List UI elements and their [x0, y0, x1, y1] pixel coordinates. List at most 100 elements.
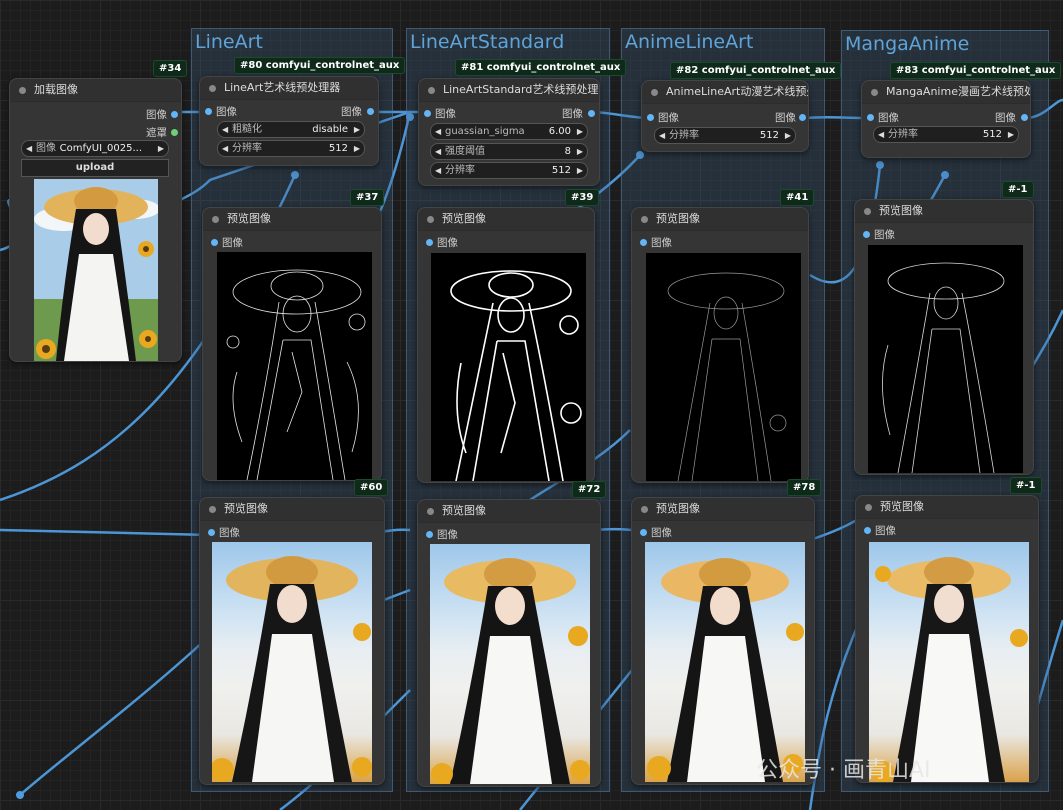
arrow-left-icon[interactable]: ◀	[435, 163, 441, 178]
preview-image-node[interactable]: 预览图像 图像	[855, 495, 1039, 783]
input-image-port[interactable]	[864, 527, 871, 534]
resolution-widget[interactable]: ◀ 分辨率 512 ▶	[430, 162, 588, 179]
output-image-label: 图像	[341, 106, 362, 118]
group-title: MangaAnime	[845, 33, 970, 55]
preview-image-node[interactable]: 预览图像 图像	[854, 199, 1034, 475]
animelineart-preprocessor-node[interactable]: AnimeLineArt动漫艺术线预处理器 图像 图像 ◀ 分辨率 512 ▶	[641, 80, 809, 152]
collapse-dot-icon[interactable]	[19, 87, 26, 94]
collapse-dot-icon[interactable]	[428, 87, 435, 94]
arrow-left-icon[interactable]: ◀	[435, 144, 441, 159]
output-image-port[interactable]	[799, 114, 806, 121]
preview-image-node[interactable]: 预览图像 图像	[417, 207, 595, 483]
resolution-widget[interactable]: ◀ 分辨率 512 ▶	[217, 140, 365, 157]
node-title[interactable]: 预览图像	[203, 208, 381, 231]
input-image-port[interactable]	[211, 239, 218, 246]
collapse-dot-icon[interactable]	[864, 208, 871, 215]
preview-image-node[interactable]: 预览图像 图像	[199, 497, 385, 785]
upload-button[interactable]: upload	[21, 159, 169, 177]
input-image-port[interactable]	[426, 531, 433, 538]
arrow-left-icon[interactable]: ◀	[26, 141, 32, 156]
node-title[interactable]: 预览图像	[418, 208, 594, 231]
node-title[interactable]: 预览图像	[632, 498, 814, 521]
output-image-port[interactable]	[367, 108, 374, 115]
node-title[interactable]: MangaAnime漫画艺术线预处理器	[862, 81, 1030, 104]
input-image-port[interactable]	[867, 114, 874, 121]
collapse-dot-icon[interactable]	[209, 506, 216, 513]
node-id-badge: #72	[572, 481, 607, 498]
collapse-dot-icon[interactable]	[641, 506, 648, 513]
arrow-right-icon[interactable]: ▶	[577, 124, 583, 139]
collapse-dot-icon[interactable]	[427, 216, 434, 223]
group-title: AnimeLineArt	[625, 31, 754, 53]
lineart-preprocessor-node[interactable]: LineArt艺术线预处理器 图像 图像 ◀ 粗糙化 disable ▶ ◀ 分…	[199, 76, 379, 166]
arrow-right-icon[interactable]: ▶	[158, 141, 164, 156]
mangaanime-preprocessor-node[interactable]: MangaAnime漫画艺术线预处理器 图像 图像 ◀ 分辨率 512 ▶	[861, 80, 1031, 158]
node-title[interactable]: 加载图像	[10, 79, 181, 102]
input-image-port[interactable]	[424, 110, 431, 117]
loaded-image-thumbnail	[34, 179, 158, 361]
collapse-dot-icon[interactable]	[209, 85, 216, 92]
input-image-port[interactable]	[426, 239, 433, 246]
output-image-port[interactable]	[171, 111, 178, 118]
resolution-widget[interactable]: ◀ 分辨率 512 ▶	[873, 126, 1019, 143]
collapse-dot-icon[interactable]	[212, 216, 219, 223]
preview-image-node[interactable]: 预览图像 图像	[417, 499, 601, 787]
arrow-left-icon[interactable]: ◀	[435, 124, 441, 139]
output-mask-port[interactable]	[171, 129, 178, 136]
output-image-port[interactable]	[588, 110, 595, 117]
node-title[interactable]: 预览图像	[418, 500, 600, 523]
node-title[interactable]: 预览图像	[200, 498, 384, 521]
node-id-badge: #80 comfyui_controlnet_aux	[234, 57, 406, 74]
color-preview-image	[869, 542, 1029, 782]
node-id-badge: #39	[565, 189, 600, 206]
node-id-badge: #83 comfyui_controlnet_aux	[890, 62, 1062, 79]
output-image-port[interactable]	[1021, 114, 1028, 121]
node-id-badge: #34	[153, 60, 188, 77]
arrow-right-icon[interactable]: ▶	[354, 141, 360, 156]
watermark-text: 公众号 · 画青山AI	[756, 758, 931, 783]
arrow-right-icon[interactable]: ▶	[1008, 127, 1014, 142]
collapse-dot-icon[interactable]	[865, 504, 872, 511]
lineartstandard-preprocessor-node[interactable]: LineArtStandard艺术线预处理器 图像 图像 ◀ guassian_…	[418, 78, 600, 186]
load-image-node[interactable]: 加载图像 图像 遮罩 ◀ 图像 ComfyUI_0025... ▶ upload	[9, 78, 182, 362]
gaussian-sigma-widget[interactable]: ◀ guassian_sigma 6.00 ▶	[430, 123, 588, 140]
preview-image-node[interactable]: 预览图像 图像	[631, 497, 815, 785]
arrow-left-icon[interactable]: ◀	[222, 141, 228, 156]
arrow-right-icon[interactable]: ▶	[785, 128, 791, 143]
arrow-right-icon[interactable]: ▶	[354, 122, 360, 137]
collapse-dot-icon[interactable]	[427, 508, 434, 515]
input-image-port[interactable]	[647, 114, 654, 121]
node-title[interactable]: 预览图像	[856, 496, 1038, 519]
input-image-label: 图像	[658, 112, 679, 124]
color-preview-image	[645, 542, 805, 782]
intensity-threshold-widget[interactable]: ◀ 强度阈值 8 ▶	[430, 143, 588, 160]
node-title[interactable]: 预览图像	[855, 200, 1033, 223]
output-image-label: 图像	[995, 112, 1016, 124]
image-select-widget[interactable]: ◀ 图像 ComfyUI_0025... ▶	[21, 140, 169, 157]
input-image-label: 图像	[875, 525, 896, 537]
arrow-left-icon[interactable]: ◀	[878, 127, 884, 142]
node-title[interactable]: LineArtStandard艺术线预处理器	[419, 79, 599, 102]
preview-image-node[interactable]: 预览图像 图像	[631, 207, 809, 483]
arrow-left-icon[interactable]: ◀	[222, 122, 228, 137]
collapse-dot-icon[interactable]	[871, 89, 878, 96]
input-image-port[interactable]	[208, 529, 215, 536]
arrow-right-icon[interactable]: ▶	[577, 163, 583, 178]
arrow-right-icon[interactable]: ▶	[577, 144, 583, 159]
input-image-port[interactable]	[640, 529, 647, 536]
input-image-port[interactable]	[863, 231, 870, 238]
collapse-dot-icon[interactable]	[641, 216, 648, 223]
node-title[interactable]: 预览图像	[632, 208, 808, 231]
coarse-widget[interactable]: ◀ 粗糙化 disable ▶	[217, 121, 365, 138]
node-title[interactable]: LineArt艺术线预处理器	[200, 77, 378, 100]
animelineart-preview-image	[646, 253, 801, 481]
input-image-label: 图像	[651, 237, 672, 249]
preview-image-node[interactable]: 预览图像 图像	[202, 207, 382, 481]
node-title[interactable]: AnimeLineArt动漫艺术线预处理器	[642, 81, 808, 104]
resolution-widget[interactable]: ◀ 分辨率 512 ▶	[654, 127, 796, 144]
input-image-label: 图像	[874, 229, 895, 241]
arrow-left-icon[interactable]: ◀	[659, 128, 665, 143]
input-image-port[interactable]	[205, 108, 212, 115]
input-image-port[interactable]	[640, 239, 647, 246]
collapse-dot-icon[interactable]	[651, 89, 658, 96]
